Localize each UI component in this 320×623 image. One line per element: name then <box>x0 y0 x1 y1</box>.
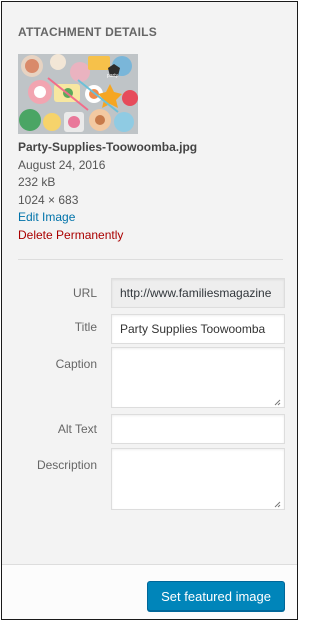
media-toolbar: Set featured image <box>2 564 297 619</box>
attachment-thumbnail[interactable]: party <box>18 54 138 134</box>
title-label: Title <box>74 320 97 334</box>
edit-image-link[interactable]: Edit Image <box>18 209 197 227</box>
title-input[interactable] <box>111 314 285 344</box>
url-input[interactable] <box>111 278 285 308</box>
alt-text-input[interactable] <box>111 414 285 444</box>
caption-label: Caption <box>55 357 97 371</box>
divider <box>18 259 283 260</box>
image-dimensions: 1024 × 683 <box>18 192 79 207</box>
delete-permanently-link[interactable]: Delete Permanently <box>18 227 197 245</box>
alt-text-label: Alt Text <box>57 422 97 436</box>
svg-text:party: party <box>107 73 119 79</box>
file-name: Party-Supplies-Toowoomba.jpg <box>18 140 198 154</box>
section-title: Attachment Details <box>18 25 157 39</box>
attachment-meta: Party-Supplies-Toowoomba.jpg August 24, … <box>18 139 197 244</box>
image-thumbnail-icon: party <box>18 54 138 134</box>
url-label: URL <box>72 286 97 300</box>
description-textarea[interactable] <box>111 448 285 510</box>
set-featured-image-button[interactable]: Set featured image <box>147 581 285 611</box>
description-label: Description <box>36 458 97 472</box>
upload-date: August 24, 2016 <box>18 157 106 172</box>
attachment-details-panel: Attachment Details party <box>1 1 298 620</box>
caption-textarea[interactable] <box>111 347 285 408</box>
file-size: 232 kB <box>18 175 56 189</box>
